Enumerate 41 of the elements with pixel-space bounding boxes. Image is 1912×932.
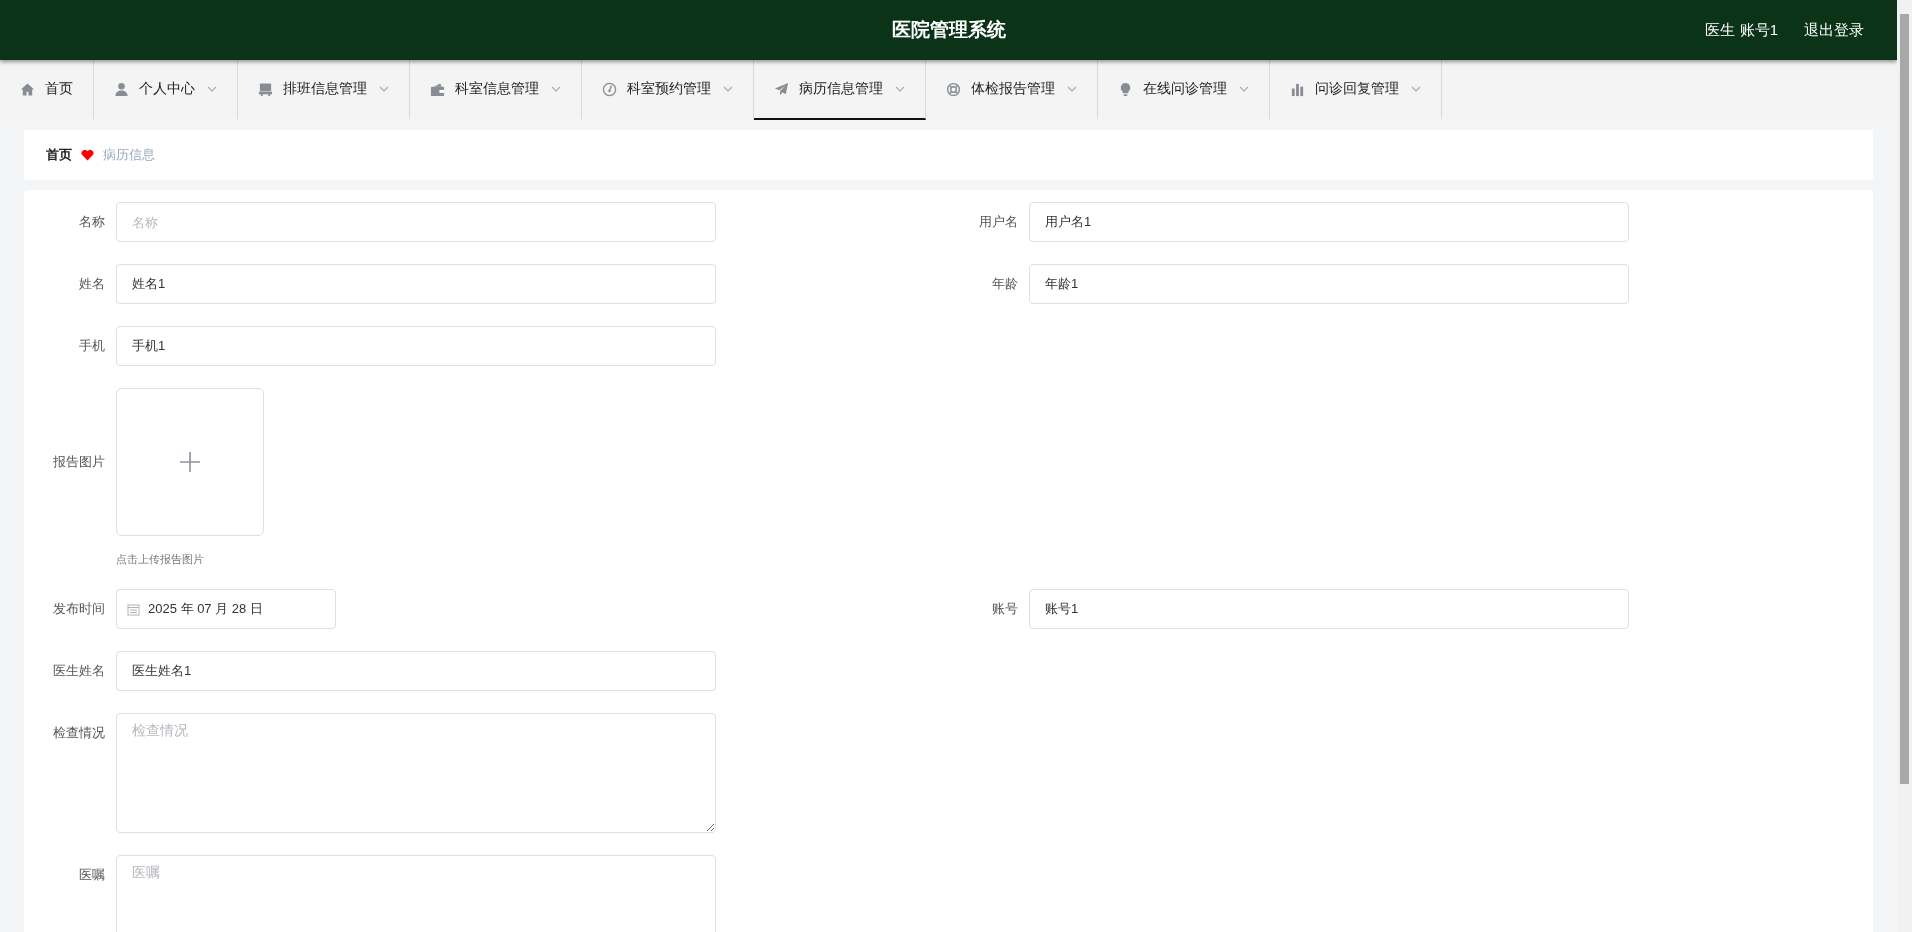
text-field[interactable]: 账号1 xyxy=(1029,589,1629,629)
bulb-icon xyxy=(1118,81,1133,97)
text-field[interactable]: 医生姓名1 xyxy=(116,651,716,691)
field-label: 手机 xyxy=(78,337,105,355)
field-label: 医生姓名 xyxy=(52,662,105,680)
calendar-icon xyxy=(127,602,140,616)
breadcrumb-link[interactable]: 首页 xyxy=(46,146,72,164)
text-field[interactable]: 用户名1 xyxy=(1029,202,1629,242)
bar-chart-icon xyxy=(1290,81,1305,97)
field-label: 名称 xyxy=(78,213,105,231)
text-field[interactable]: 年龄1 xyxy=(1029,264,1629,304)
gauge-icon xyxy=(602,81,617,97)
app-title: 医院管理系统 xyxy=(891,18,1006,42)
field-label: 报告图片 xyxy=(52,453,105,471)
text-area[interactable]: 医嘱 xyxy=(116,855,716,932)
text-area[interactable]: 检查情况 xyxy=(116,713,716,833)
user-name: 医生 账号1 xyxy=(1705,20,1778,40)
field-label: 检查情况 xyxy=(52,724,105,742)
field-label: 医嘱 xyxy=(78,866,105,884)
user-icon xyxy=(114,81,129,97)
home-icon xyxy=(20,81,35,97)
breadcrumb-current: 病历信息 xyxy=(103,146,155,164)
field-label: 账号 xyxy=(991,600,1018,618)
upload-button[interactable] xyxy=(116,388,264,536)
lifebuoy-icon xyxy=(946,81,961,97)
nav-tab[interactable]: 病历信息管理 xyxy=(754,60,926,120)
logout-link[interactable]: 退出登录 xyxy=(1804,20,1864,40)
text-field[interactable]: 姓名1 xyxy=(116,264,716,304)
field-label: 用户名 xyxy=(978,213,1018,231)
plus-icon xyxy=(180,452,200,472)
heart-icon xyxy=(81,149,94,161)
scrollbar[interactable] xyxy=(1897,0,1912,932)
wallet-icon xyxy=(430,81,445,97)
paper-plane-icon xyxy=(774,81,789,97)
field-label: 姓名 xyxy=(78,275,105,293)
date-field[interactable]: 2025 年 07 月 28 日 xyxy=(116,589,336,629)
upload-hint: 点击上传报告图片 xyxy=(116,552,205,567)
text-field[interactable]: 手机1 xyxy=(116,326,716,366)
field-label: 发布时间 xyxy=(52,600,105,618)
field-label: 年龄 xyxy=(991,275,1018,293)
text-field[interactable]: 名称 xyxy=(116,202,716,242)
